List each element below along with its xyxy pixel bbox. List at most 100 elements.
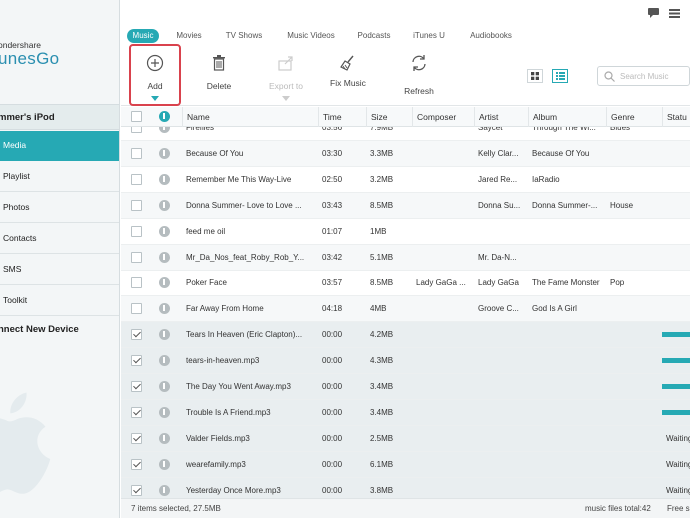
cell-time: 02:50 <box>322 174 343 184</box>
device-header[interactable]: mmer's iPod <box>0 104 119 130</box>
row-checkbox[interactable] <box>131 199 142 211</box>
table-row[interactable]: Donna Summer- Love to Love ... 03:43 8.5MB… <box>121 192 690 219</box>
cell-composer: Lady GaGa ... <box>416 278 466 288</box>
tab-music-videos[interactable]: Music Videos <box>283 29 339 43</box>
row-checkbox[interactable] <box>131 173 142 185</box>
chevron-down-icon[interactable] <box>151 96 159 101</box>
cell-name: Donna Summer- Love to Love ... <box>186 200 302 210</box>
cell-artist: Donna Su... <box>478 200 521 210</box>
search-input[interactable] <box>620 70 690 82</box>
cell-artist <box>478 452 526 477</box>
cell-artist <box>478 219 526 244</box>
delete-button-label: Delete <box>206 81 232 91</box>
row-checkbox[interactable] <box>131 251 142 263</box>
cell-time: 04:18 <box>322 304 343 314</box>
sidebar-item-playlist[interactable]: Playlist <box>0 162 119 192</box>
table-row[interactable]: Remember Me This Way-Live 02:50 3.2MB Jared… <box>121 167 690 193</box>
table-header: Name Time Size Composer Artist Album Gen… <box>121 107 690 127</box>
sidebar-item-toolkit[interactable]: Toolkit <box>0 286 119 316</box>
delete-button[interactable]: Delete <box>197 50 241 102</box>
apple-watermark-icon <box>0 392 51 494</box>
table-row[interactable]: Because Of You 03:30 3.3MB Kelly Clar... Bec… <box>121 140 690 167</box>
tab-podcasts[interactable]: Podcasts <box>353 29 395 43</box>
tab-itunes-u[interactable]: iTunes U <box>411 29 447 43</box>
table-row[interactable]: feed me oil 01:07 1MB <box>121 219 690 245</box>
sidebar-item-sms[interactable]: SMS <box>0 255 119 285</box>
row-checkbox[interactable] <box>131 381 142 392</box>
cell-artist <box>478 374 526 399</box>
column-header-artist[interactable]: Artist <box>474 107 526 127</box>
table-row[interactable]: Far Away From Home 04:18 4MB Groove C... God… <box>121 296 690 323</box>
sidebar-item-contacts[interactable]: Contacts <box>0 224 119 254</box>
chat-icon[interactable] <box>648 8 659 18</box>
cell-genre <box>610 322 660 347</box>
select-all-checkbox[interactable] <box>131 111 142 122</box>
row-checkbox[interactable] <box>131 484 142 496</box>
row-checkbox[interactable] <box>131 303 142 315</box>
list-view-icon <box>556 72 565 80</box>
cell-composer <box>416 426 472 451</box>
cell-album <box>532 426 604 451</box>
column-header-time[interactable]: Time <box>318 107 364 127</box>
cell-artist <box>478 478 526 498</box>
row-checkbox[interactable] <box>131 225 142 237</box>
export-button[interactable]: Export to <box>261 50 311 102</box>
row-checkbox[interactable] <box>131 355 142 367</box>
chevron-down-icon[interactable] <box>282 96 290 101</box>
row-checkbox[interactable] <box>131 329 142 341</box>
transfer-progress-bar <box>662 332 690 338</box>
tab-tv-shows[interactable]: TV Shows <box>221 29 267 43</box>
cell-status <box>666 245 690 270</box>
cell-genre <box>610 141 660 166</box>
table-row[interactable]: The Day You Went Away.mp3 00:00 3.4MB <box>121 374 690 400</box>
sidebar-item-label: Photos <box>3 202 30 212</box>
list-view-button[interactable] <box>552 69 568 83</box>
column-header-album[interactable]: Album <box>528 107 604 127</box>
table-row[interactable]: Valder Fields.mp3 00:00 2.5MB Waiting <box>121 425 690 452</box>
table-row[interactable]: wearefamily.mp3 00:00 6.1MB Waiting <box>121 451 690 478</box>
column-header-size[interactable]: Size <box>366 107 410 127</box>
table-row[interactable]: Poker Face 03:57 8.5MB Lady GaGa ... Lady Ga… <box>121 270 690 297</box>
grid-view-button[interactable] <box>527 69 543 83</box>
music-file-icon <box>159 225 170 237</box>
row-checkbox[interactable] <box>131 406 142 418</box>
sidebar-item-media[interactable]: Media <box>0 131 119 161</box>
tab-audiobooks[interactable]: Audiobooks <box>465 29 517 43</box>
table-row[interactable]: Tears In Heaven (Eric Clapton)... 00:00 4.… <box>121 322 690 349</box>
fix-music-button[interactable]: Fix Music <box>323 50 373 102</box>
search-icon <box>604 71 615 82</box>
column-header-name[interactable]: Name <box>182 107 316 127</box>
tab-movies[interactable]: Movies <box>171 29 207 43</box>
connect-new-device[interactable]: nnect New Device <box>0 322 119 342</box>
cell-name: Yesterday Once More.mp3 <box>186 485 281 495</box>
refresh-button[interactable]: Refresh <box>395 50 443 102</box>
cell-name: tears-in-heaven.mp3 <box>186 356 260 366</box>
cell-album: Donna Summer-... <box>532 200 598 210</box>
table-row[interactable]: tears-in-heaven.mp3 00:00 4.3MB <box>121 348 690 375</box>
sidebar-item-photos[interactable]: Photos <box>0 193 119 223</box>
row-checkbox[interactable] <box>131 147 142 159</box>
menu-icon[interactable] <box>669 8 680 18</box>
row-checkbox[interactable] <box>131 277 142 289</box>
row-checkbox[interactable] <box>131 432 142 444</box>
transfer-progress-bar <box>662 358 690 364</box>
column-header-composer[interactable]: Composer <box>412 107 472 127</box>
transfer-progress-bar <box>662 409 690 415</box>
cell-album: IaRadio <box>532 174 560 184</box>
refresh-button-label: Refresh <box>404 86 434 96</box>
add-button[interactable]: Add <box>133 50 177 102</box>
cell-status <box>666 141 690 166</box>
table-row[interactable]: Mr_Da_Nos_feat_Roby_Rob_Y... 03:42 5.1MB Mr… <box>121 244 690 271</box>
column-header-genre[interactable]: Genre <box>606 107 660 127</box>
cell-time: 03:57 <box>322 278 343 288</box>
row-checkbox[interactable] <box>131 458 142 470</box>
tab-music[interactable]: Music <box>127 29 159 43</box>
table-body: Firefiles 03:56 7.9MB Saycet Through The Wi.… <box>121 107 690 498</box>
cell-genre <box>610 296 660 321</box>
cell-size: 1MB <box>370 226 387 236</box>
table-row[interactable]: Yesterday Once More.mp3 00:00 3.8MB Waiting <box>121 477 690 498</box>
column-header-status[interactable]: Statu <box>662 107 690 127</box>
status-bar: 7 items selected, 27.5MB music files tot… <box>121 498 690 518</box>
cell-time: 00:00 <box>322 459 343 469</box>
table-row[interactable]: Trouble Is A Friend.mp3 00:00 3.4MB <box>121 399 690 426</box>
